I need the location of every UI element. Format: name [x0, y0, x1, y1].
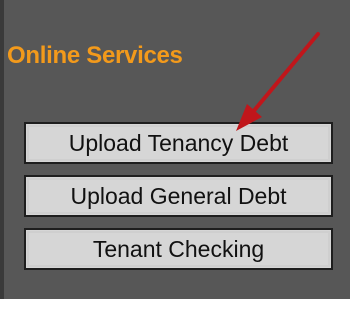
online-services-panel: Online Services Upload Tenancy Debt Uplo… [0, 0, 350, 299]
tenant-checking-button[interactable]: Tenant Checking [24, 228, 333, 270]
section-title: Online Services [7, 42, 183, 69]
upload-general-debt-button[interactable]: Upload General Debt [24, 175, 333, 217]
upload-tenancy-debt-button[interactable]: Upload Tenancy Debt [24, 122, 333, 164]
